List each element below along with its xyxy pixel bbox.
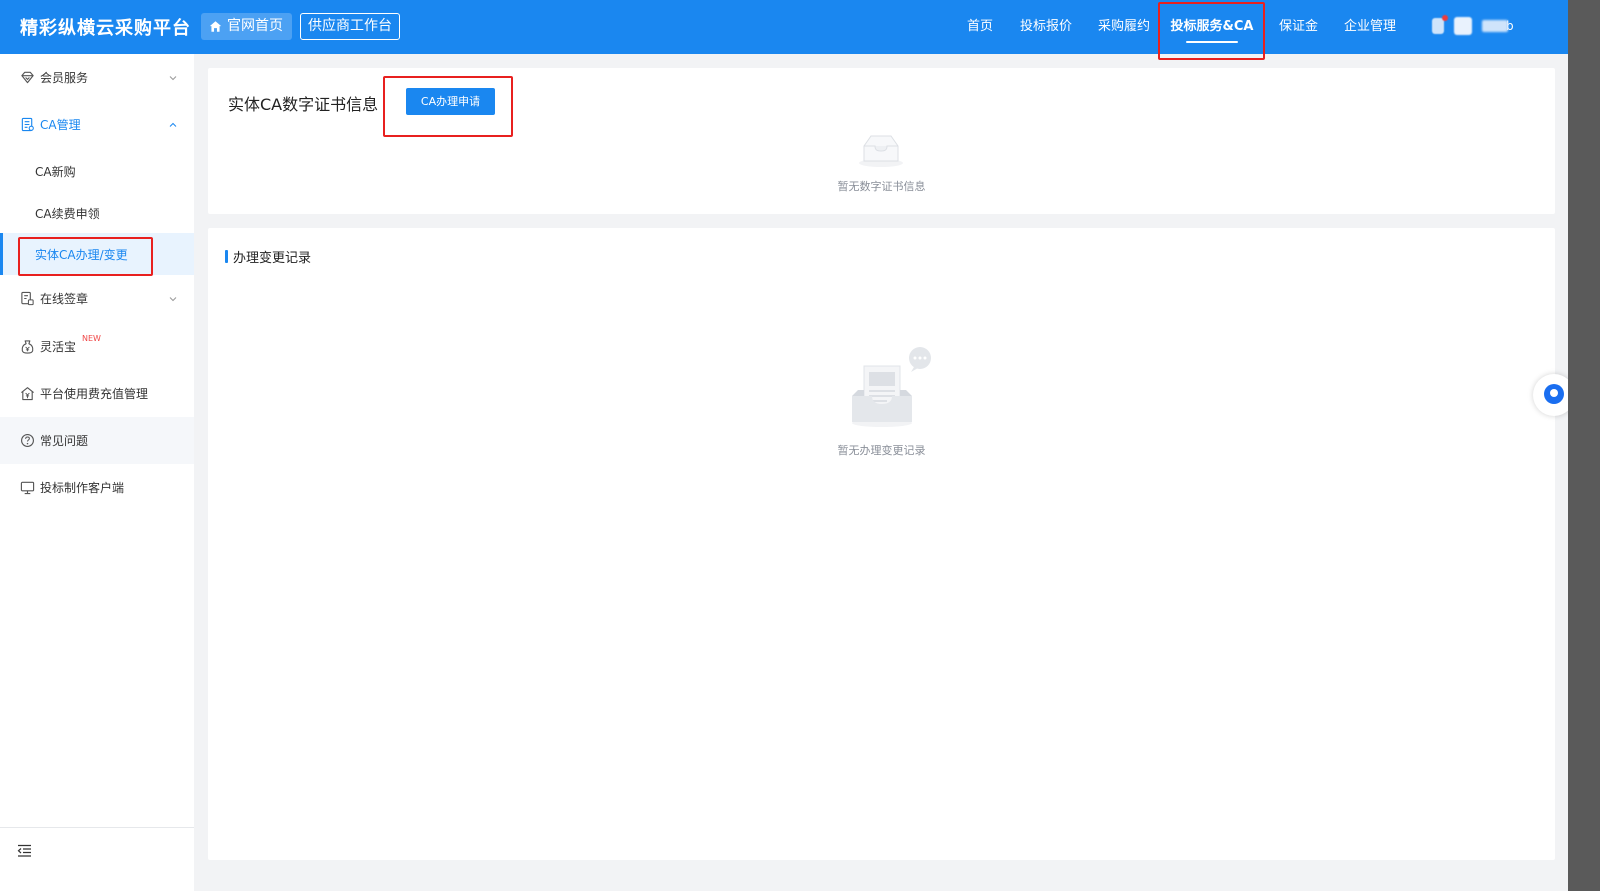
- records-empty-text: 暂无办理变更记录: [837, 444, 926, 457]
- brand-title: 精彩纵横云采购平台: [20, 18, 191, 39]
- chevron-down-icon: [169, 75, 177, 80]
- sidebar-item-platform-fee[interactable]: 平台使用费充值管理: [0, 370, 194, 417]
- section-accent-bar: [225, 250, 228, 263]
- sidebar-item-label: 平台使用费充值管理: [40, 387, 149, 401]
- official-home-button[interactable]: 官网首页: [201, 13, 292, 40]
- seal-icon: [21, 291, 34, 306]
- nav-deposit[interactable]: 保证金: [1279, 0, 1318, 54]
- sidebar-item-linghuobao[interactable]: 灵活宝 NEW: [0, 323, 194, 370]
- app-window: 精彩纵横云采购平台 官网首页 供应商工作台 首页 投标报价 采购履约 投标服务&…: [0, 0, 1568, 891]
- sidebar-item-ca-management[interactable]: CA管理: [0, 101, 194, 148]
- sidebar-item-label: 常见问题: [40, 434, 89, 448]
- supplier-workspace-button[interactable]: 供应商工作台: [300, 13, 400, 40]
- nav-procurement-fulfillment[interactable]: 采购履约: [1098, 0, 1150, 54]
- sidebar-item-label: CA新购: [35, 165, 76, 179]
- house-yuan-icon: [21, 387, 34, 401]
- avatar[interactable]: [1454, 17, 1472, 35]
- monitor-icon: [20, 481, 35, 495]
- change-records-title: 办理变更记录: [233, 251, 312, 266]
- diamond-icon: [21, 71, 34, 84]
- sidebar-item-label: CA续费申领: [35, 207, 100, 221]
- question-icon: [21, 434, 34, 447]
- sidebar-item-ca-renewal[interactable]: CA续费申领: [0, 190, 194, 237]
- empty-records-icon: [852, 347, 931, 427]
- empty-inbox-icon: [859, 135, 903, 167]
- sidebar-item-label: 灵活宝: [40, 340, 77, 354]
- home-icon: [209, 21, 222, 32]
- sidebar-item-faq[interactable]: 常见问题: [0, 417, 194, 464]
- sidebar: 会员服务 CA管理 CA新购 CA续费申领 实体CA办理/变更 在线签章 灵活宝…: [0, 54, 194, 891]
- sidebar-divider: [0, 827, 194, 828]
- highlight-box-nav: [1158, 2, 1265, 60]
- sidebar-item-label: 会员服务: [40, 71, 89, 85]
- notification-bell-icon[interactable]: [1432, 15, 1448, 34]
- chat-bubble-icon: [1544, 384, 1564, 404]
- highlight-box-apply: [383, 76, 513, 137]
- certificate-icon: [21, 117, 34, 132]
- user-area[interactable]: b: [1432, 15, 1514, 35]
- sidebar-item-bid-client[interactable]: 投标制作客户端: [0, 464, 194, 511]
- money-bag-icon: [21, 340, 34, 354]
- sidebar-item-label: 投标制作客户端: [40, 481, 125, 495]
- collapse-menu-icon[interactable]: [17, 844, 32, 857]
- sidebar-item-member-service[interactable]: 会员服务: [0, 54, 194, 101]
- certificate-empty-text: 暂无数字证书信息: [837, 180, 926, 193]
- sidebar-item-label: CA管理: [40, 118, 81, 132]
- sidebar-item-online-signature[interactable]: 在线签章: [0, 275, 194, 322]
- screen: 精彩纵横云采购平台 官网首页 供应商工作台 首页 投标报价 采购履约 投标服务&…: [0, 0, 1600, 891]
- nav-bid-quote[interactable]: 投标报价: [1020, 0, 1072, 54]
- official-home-label: 官网首页: [227, 18, 283, 34]
- nav-enterprise-management[interactable]: 企业管理: [1344, 0, 1396, 54]
- top-header: 精彩纵横云采购平台 官网首页 供应商工作台 首页 投标报价 采购履约 投标服务&…: [0, 0, 1568, 54]
- change-records-card: 办理变更记录 暂无办理变更记录: [208, 228, 1555, 860]
- new-badge: NEW: [82, 334, 101, 343]
- sidebar-item-ca-new-purchase[interactable]: CA新购: [0, 148, 194, 195]
- chevron-up-icon: [169, 122, 177, 127]
- nav-home[interactable]: 首页: [967, 0, 993, 54]
- highlight-box-sidebar: [18, 237, 153, 276]
- notification-dot: [1442, 15, 1448, 21]
- chevron-down-icon: [169, 296, 177, 301]
- certificate-info-title: 实体CA数字证书信息: [228, 95, 379, 114]
- user-name-blurred[interactable]: [1482, 20, 1508, 32]
- sidebar-item-label: 在线签章: [40, 292, 89, 306]
- floating-chat-button[interactable]: [1533, 374, 1568, 416]
